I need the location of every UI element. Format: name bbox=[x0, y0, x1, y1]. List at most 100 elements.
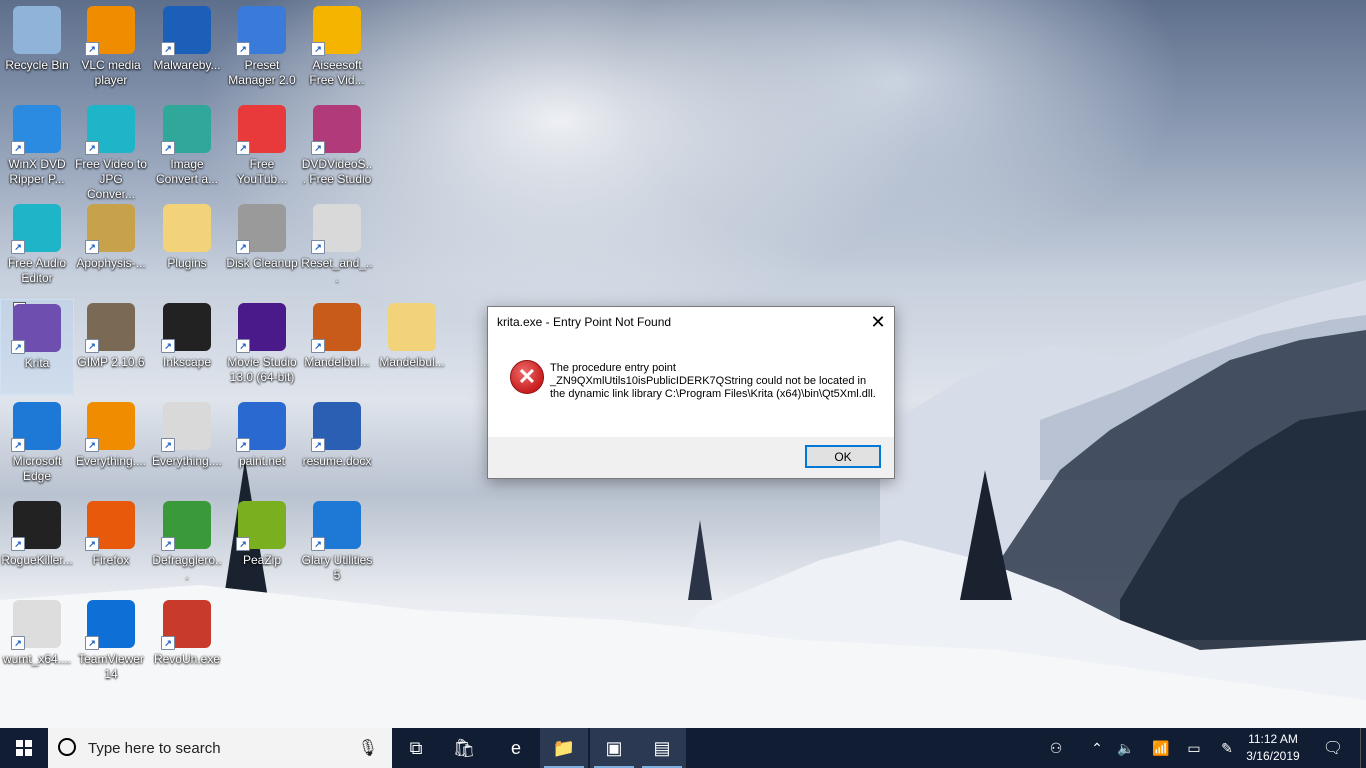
desktop-icon[interactable]: ↗ Reset_and_... bbox=[300, 200, 374, 296]
shortcut-arrow-icon: ↗ bbox=[11, 240, 25, 254]
mandelbulb-icon: ↗ bbox=[311, 303, 361, 353]
desktop-icon[interactable]: ↗ GIMP 2.10.6 bbox=[74, 299, 148, 395]
desktop-icon[interactable]: ↗ paint.net bbox=[225, 398, 299, 494]
file-explorer-icon[interactable]: 📁 bbox=[540, 728, 588, 768]
krita-error-window-icon[interactable]: ▤ bbox=[638, 728, 686, 768]
desktop-icon[interactable]: ↗ PeaZip bbox=[225, 497, 299, 593]
preset-manager-icon: ↗ bbox=[236, 6, 286, 56]
shortcut-arrow-icon: ↗ bbox=[311, 438, 325, 452]
windows-logo-icon bbox=[16, 740, 32, 756]
pen-icon[interactable]: ✎ bbox=[1214, 728, 1240, 768]
desktop-icon[interactable]: ↗ resume.docx bbox=[300, 398, 374, 494]
desktop-icon-label: Recycle Bin bbox=[5, 58, 69, 72]
network-icon[interactable]: 📶 bbox=[1148, 728, 1174, 768]
desktop-icon[interactable]: ↗ Apophysis-... bbox=[74, 200, 148, 296]
desktop-icon-label: GIMP 2.10.6 bbox=[77, 355, 145, 369]
krita-error-window-glyph: ▤ bbox=[653, 737, 671, 758]
app-glyph: ▣ bbox=[605, 737, 623, 758]
desktop-icon-label: Free Audio Editor bbox=[7, 256, 67, 285]
search-icon bbox=[58, 738, 76, 756]
shortcut-arrow-icon: ↗ bbox=[236, 240, 250, 254]
desktop-icon-label: Glary Utilities 5 bbox=[301, 553, 373, 582]
update-tool-icon: ↗ bbox=[11, 600, 61, 650]
settings-file-icon: ↗ bbox=[161, 402, 211, 452]
desktop-icon[interactable]: ↗ Movie Studio 13.0 (64-bit) bbox=[225, 299, 299, 395]
desktop-icon[interactable]: ↗ Free YouTub... bbox=[225, 101, 299, 197]
ok-button[interactable]: OK bbox=[805, 445, 881, 468]
desktop-icon[interactable]: ↗ Malwareby... bbox=[150, 2, 224, 98]
clock-date: 3/16/2019 bbox=[1246, 749, 1300, 763]
desktop-icon-label: Defragglero... bbox=[152, 553, 222, 582]
search-input[interactable]: Type here to search bbox=[88, 740, 221, 757]
desktop-icon[interactable]: ↗ Mandelbul... bbox=[300, 299, 374, 395]
shortcut-arrow-icon: ↗ bbox=[85, 42, 99, 56]
desktop-icon[interactable]: ↗ Microsoft Edge bbox=[0, 398, 74, 494]
shortcut-arrow-icon: ↗ bbox=[236, 339, 250, 353]
folder-icon bbox=[388, 303, 436, 351]
start-button[interactable] bbox=[0, 728, 48, 768]
shortcut-arrow-icon: ↗ bbox=[161, 636, 175, 650]
roguekiller-icon: ↗ bbox=[11, 501, 61, 551]
desktop-icon[interactable]: ↗ VLC media player bbox=[74, 2, 148, 98]
video-to-jpg-icon: ↗ bbox=[85, 105, 135, 155]
chevron-up-icon[interactable]: ⌃ bbox=[1086, 728, 1108, 768]
desktop-icon-label: Plugins bbox=[167, 256, 207, 270]
peazip-icon: ↗ bbox=[236, 501, 286, 551]
desktop-icon[interactable]: ↗ Everything.... bbox=[150, 398, 224, 494]
desktop-icon[interactable]: ↗ Free Video to JPG Conver... bbox=[74, 101, 148, 201]
folder-icon bbox=[163, 204, 211, 252]
desktop-icon[interactable]: ↗ DVDVideoS... Free Studio bbox=[300, 101, 374, 197]
battery-icon[interactable]: ▭ bbox=[1182, 728, 1206, 768]
image-convert-icon: ↗ bbox=[161, 105, 211, 155]
desktop-icon[interactable]: ↗ WinX DVD Ripper P... bbox=[0, 101, 74, 197]
notification-icon[interactable]: 🗨 bbox=[1318, 728, 1348, 768]
aiseesoft-icon: ↗ bbox=[311, 6, 361, 56]
dialog-titlebar[interactable]: krita.exe - Entry Point Not Found ✕ bbox=[488, 307, 894, 338]
desktop-icon[interactable]: ↗ Aiseesoft Free Vid... bbox=[300, 2, 374, 98]
desktop-icon[interactable]: ↗ Free Audio Editor bbox=[0, 200, 74, 296]
desktop-icon[interactable]: ↗ Inkscape bbox=[150, 299, 224, 395]
desktop-icon-label: Malwareby... bbox=[153, 58, 221, 72]
desktop-icon-label: Free Video to JPG Conver... bbox=[75, 157, 147, 201]
desktop-icon[interactable]: ↗ TeamViewer 14 bbox=[74, 596, 148, 692]
people-icon[interactable]: ⚇ bbox=[1042, 728, 1070, 768]
desktop-icon[interactable]: ↗ Preset Manager 2.0 bbox=[225, 2, 299, 98]
desktop-icon[interactable]: ✓↗Krita bbox=[0, 299, 74, 395]
edge-icon[interactable]: e bbox=[492, 728, 540, 768]
microsoft-store-icon[interactable]: 🛍 bbox=[440, 728, 488, 768]
shortcut-arrow-icon: ↗ bbox=[236, 141, 250, 155]
desktop-icon[interactable]: ↗ wumt_x64.... bbox=[0, 596, 74, 692]
desktop-icon[interactable]: ↗ Glary Utilities 5 bbox=[300, 497, 374, 593]
desktop-icon-label: Movie Studio 13.0 (64-bit) bbox=[227, 355, 297, 384]
desktop-icon[interactable]: Mandelbul... bbox=[375, 299, 449, 395]
desktop-icon[interactable]: ↗ RogueKiller... bbox=[0, 497, 74, 593]
close-icon[interactable]: ✕ bbox=[862, 307, 894, 338]
desktop-icon[interactable]: ↗ RevoUn.exe bbox=[150, 596, 224, 692]
desktop-icon[interactable]: ↗ Defragglero... bbox=[150, 497, 224, 593]
search-box[interactable]: Type here to search 🎙 bbox=[48, 728, 392, 768]
task-view-glyph: ⧉ bbox=[409, 737, 423, 758]
paintnet-icon: ↗ bbox=[236, 402, 286, 452]
task-view-icon[interactable]: ⧉ bbox=[392, 728, 440, 768]
desktop-icon[interactable]: ↗ Everything.... bbox=[74, 398, 148, 494]
dialog-footer: OK bbox=[488, 437, 894, 478]
shortcut-arrow-icon: ↗ bbox=[85, 339, 99, 353]
clock[interactable]: 11:12 AM 3/16/2019 bbox=[1240, 731, 1306, 765]
volume-icon[interactable]: 🔈 bbox=[1114, 728, 1138, 768]
desktop-icon[interactable]: Recycle Bin bbox=[0, 2, 74, 98]
desktop-icon[interactable]: ↗ Disk Cleanup bbox=[225, 200, 299, 296]
teamviewer-icon: ↗ bbox=[85, 600, 135, 650]
desktop-icon-label: RevoUn.exe bbox=[153, 652, 221, 666]
audio-editor-icon: ↗ bbox=[11, 204, 61, 254]
microphone-icon[interactable]: 🎙 bbox=[358, 738, 378, 758]
desktop-icon[interactable]: ↗ Image Convert a... bbox=[150, 101, 224, 197]
krita-icon: ↗ bbox=[11, 304, 61, 354]
inkscape-icon: ↗ bbox=[161, 303, 211, 353]
gimp-icon: ↗ bbox=[85, 303, 135, 353]
show-desktop-button[interactable] bbox=[1360, 728, 1366, 768]
desktop-icon[interactable]: Plugins bbox=[150, 200, 224, 296]
app-icon[interactable]: ▣ bbox=[590, 728, 638, 768]
error-dialog: krita.exe - Entry Point Not Found ✕ ✕ Th… bbox=[487, 306, 895, 479]
free-studio-icon: ↗ bbox=[311, 105, 361, 155]
desktop-icon[interactable]: ↗ Firefox bbox=[74, 497, 148, 593]
